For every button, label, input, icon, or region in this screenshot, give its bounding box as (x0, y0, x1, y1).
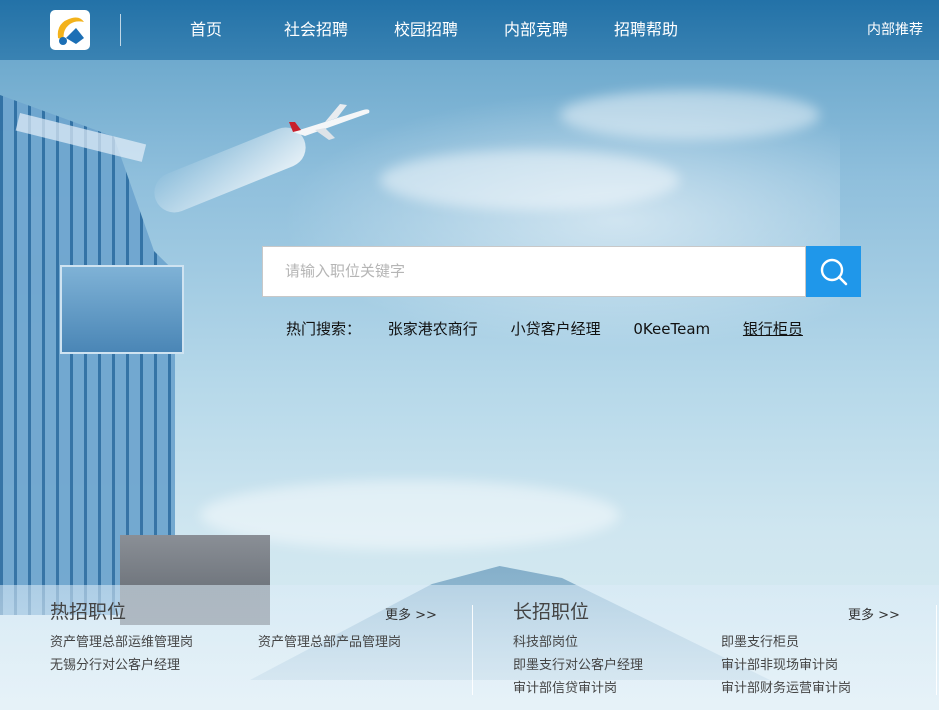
background-cloud (560, 90, 820, 140)
column-divider (472, 605, 473, 695)
long-jobs-more-link[interactable]: 更多 >> (848, 604, 900, 623)
long-jobs-title: 长招职位 (513, 601, 590, 623)
nav-recruitment-help[interactable]: 招聘帮助 (614, 0, 678, 60)
hot-search-label: 热门搜索： (286, 320, 362, 338)
hot-jobs-more-link[interactable]: 更多 >> (385, 604, 437, 623)
header-divider (120, 14, 121, 46)
long-job-item[interactable]: 审计部财务运营审计岗 (721, 677, 851, 696)
hot-search-item[interactable]: 小贷客户经理 (511, 320, 601, 338)
hot-jobs-title: 热招职位 (50, 601, 127, 623)
top-nav-bar: 首页 社会招聘 校园招聘 内部竞聘 招聘帮助 内部推荐 (0, 0, 939, 60)
hot-search-item[interactable]: 张家港农商行 (388, 320, 478, 338)
hot-job-item[interactable]: 资产管理总部产品管理岗 (258, 631, 401, 650)
long-job-item[interactable]: 审计部信贷审计岗 (513, 677, 617, 696)
long-job-item[interactable]: 即墨支行柜员 (721, 631, 799, 650)
hot-search-item[interactable]: 0KeeTeam (633, 320, 710, 338)
search-button[interactable] (806, 246, 861, 297)
nav-campus-recruitment[interactable]: 校园招聘 (394, 0, 458, 60)
hot-search-item[interactable]: 银行柜员 (743, 320, 803, 338)
bank-logo-icon (57, 17, 84, 45)
background-cloud (380, 150, 680, 210)
hot-search-row: 热门搜索： 张家港农商行 小贷客户经理 0KeeTeam 银行柜员 (286, 318, 803, 339)
job-search-bar (262, 246, 861, 297)
long-job-item[interactable]: 科技部岗位 (513, 631, 578, 650)
nav-internal-competition[interactable]: 内部竞聘 (504, 0, 568, 60)
job-search-input[interactable] (262, 246, 806, 297)
nav-internal-referral[interactable]: 内部推荐 (867, 0, 923, 60)
hot-job-item[interactable]: 无锡分行对公客户经理 (50, 654, 180, 673)
hot-job-item[interactable]: 资产管理总部运维管理岗 (50, 631, 193, 650)
airplane-image (289, 104, 370, 140)
column-divider (936, 605, 937, 695)
nav-social-recruitment[interactable]: 社会招聘 (284, 0, 348, 60)
nav-home[interactable]: 首页 (190, 0, 222, 60)
search-icon (820, 258, 848, 286)
bank-logo[interactable] (50, 10, 90, 50)
bank-building-section (60, 265, 184, 354)
long-job-item[interactable]: 即墨支行对公客户经理 (513, 654, 643, 673)
long-job-item[interactable]: 审计部非现场审计岗 (721, 654, 838, 673)
